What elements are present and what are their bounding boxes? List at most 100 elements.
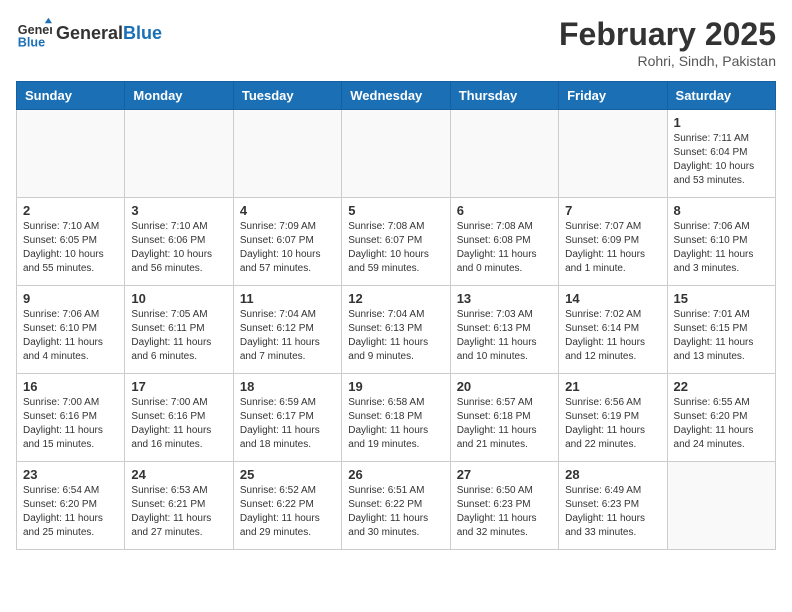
day-cell-2: 2 Sunrise: 7:10 AM Sunset: 6:05 PM Daylig… [17,198,125,286]
day-number-11: 11 [240,291,335,306]
day-cell-28: 28 Sunrise: 6:49 AM Sunset: 6:23 PM Dayli… [559,462,667,550]
day-info-8: Sunrise: 7:06 AM Sunset: 6:10 PM Dayligh… [674,220,769,276]
day-info-1: Sunrise: 7:11 AM Sunset: 6:04 PM Dayligh… [674,132,769,188]
day-info-16: Sunrise: 7:00 AM Sunset: 6:16 PM Dayligh… [23,396,118,452]
day-number-1: 1 [674,115,769,130]
day-cell-12: 12 Sunrise: 7:04 AM Sunset: 6:13 PM Dayli… [342,286,450,374]
day-number-13: 13 [457,291,552,306]
header-monday: Monday [125,82,233,110]
day-number-26: 26 [348,467,443,482]
empty-cell [233,110,341,198]
day-cell-22: 22Sunrise: 6:55 AM Sunset: 6:20 PM Dayli… [667,374,775,462]
day-info-28: Sunrise: 6:49 AM Sunset: 6:23 PM Dayligh… [565,484,660,540]
empty-cell [667,462,775,550]
day-info-27: Sunrise: 6:50 AM Sunset: 6:23 PM Dayligh… [457,484,552,540]
title-block: February 2025 Rohri, Sindh, Pakistan [559,16,776,69]
day-info-20: Sunrise: 6:57 AM Sunset: 6:18 PM Dayligh… [457,396,552,452]
calendar-title: February 2025 [559,16,776,53]
day-info-21: Sunrise: 6:56 AM Sunset: 6:19 PM Dayligh… [565,396,660,452]
day-cell-9: 9Sunrise: 7:06 AM Sunset: 6:10 PM Daylig… [17,286,125,374]
empty-cell [450,110,558,198]
day-cell-10: 10 Sunrise: 7:05 AM Sunset: 6:11 PM Dayli… [125,286,233,374]
day-number-3: 3 [131,203,226,218]
day-cell-18: 18 Sunrise: 6:59 AM Sunset: 6:17 PM Dayli… [233,374,341,462]
day-number-17: 17 [131,379,226,394]
day-number-2: 2 [23,203,118,218]
day-info-19: Sunrise: 6:58 AM Sunset: 6:18 PM Dayligh… [348,396,443,452]
day-cell-17: 17 Sunrise: 7:00 AM Sunset: 6:16 PM Dayli… [125,374,233,462]
day-number-24: 24 [131,467,226,482]
header-sunday: Sunday [17,82,125,110]
week-row-2: 2 Sunrise: 7:10 AM Sunset: 6:05 PM Daylig… [17,198,776,286]
day-info-12: Sunrise: 7:04 AM Sunset: 6:13 PM Dayligh… [348,308,443,364]
day-info-17: Sunrise: 7:00 AM Sunset: 6:16 PM Dayligh… [131,396,226,452]
day-number-25: 25 [240,467,335,482]
day-info-15: Sunrise: 7:01 AM Sunset: 6:15 PM Dayligh… [674,308,769,364]
week-row-3: 9Sunrise: 7:06 AM Sunset: 6:10 PM Daylig… [17,286,776,374]
logo: General Blue GeneralBlue [16,16,162,52]
svg-text:Blue: Blue [18,36,45,50]
header-saturday: Saturday [667,82,775,110]
day-number-8: 8 [674,203,769,218]
day-cell-8: 8 Sunrise: 7:06 AM Sunset: 6:10 PM Daylig… [667,198,775,286]
day-cell-26: 26 Sunrise: 6:51 AM Sunset: 6:22 PM Dayli… [342,462,450,550]
day-info-11: Sunrise: 7:04 AM Sunset: 6:12 PM Dayligh… [240,308,335,364]
day-number-6: 6 [457,203,552,218]
day-cell-15: 15 Sunrise: 7:01 AM Sunset: 6:15 PM Dayli… [667,286,775,374]
day-info-2: Sunrise: 7:10 AM Sunset: 6:05 PM Dayligh… [23,220,118,276]
empty-cell [559,110,667,198]
day-cell-24: 24 Sunrise: 6:53 AM Sunset: 6:21 PM Dayli… [125,462,233,550]
day-info-14: Sunrise: 7:02 AM Sunset: 6:14 PM Dayligh… [565,308,660,364]
day-cell-25: 25Sunrise: 6:52 AM Sunset: 6:22 PM Dayli… [233,462,341,550]
day-info-6: Sunrise: 7:08 AM Sunset: 6:08 PM Dayligh… [457,220,552,276]
day-number-7: 7 [565,203,660,218]
day-number-10: 10 [131,291,226,306]
day-number-28: 28 [565,467,660,482]
header-thursday: Thursday [450,82,558,110]
day-number-23: 23 [23,467,118,482]
day-info-9: Sunrise: 7:06 AM Sunset: 6:10 PM Dayligh… [23,308,118,364]
weekday-header-row: Sunday Monday Tuesday Wednesday Thursday… [17,82,776,110]
day-number-19: 19 [348,379,443,394]
day-cell-7: 7 Sunrise: 7:07 AM Sunset: 6:09 PM Daylig… [559,198,667,286]
week-row-4: 16Sunrise: 7:00 AM Sunset: 6:16 PM Dayli… [17,374,776,462]
header-wednesday: Wednesday [342,82,450,110]
day-number-21: 21 [565,379,660,394]
day-number-14: 14 [565,291,660,306]
day-cell-5: 5 Sunrise: 7:08 AM Sunset: 6:07 PM Daylig… [342,198,450,286]
day-info-18: Sunrise: 6:59 AM Sunset: 6:17 PM Dayligh… [240,396,335,452]
day-cell-27: 27Sunrise: 6:50 AM Sunset: 6:23 PM Dayli… [450,462,558,550]
day-cell-23: 23 Sunrise: 6:54 AM Sunset: 6:20 PM Dayli… [17,462,125,550]
day-cell-11: 11 Sunrise: 7:04 AM Sunset: 6:12 PM Dayli… [233,286,341,374]
header-tuesday: Tuesday [233,82,341,110]
day-cell-19: 19 Sunrise: 6:58 AM Sunset: 6:18 PM Dayli… [342,374,450,462]
day-cell-21: 21 Sunrise: 6:56 AM Sunset: 6:19 PM Dayli… [559,374,667,462]
empty-cell [125,110,233,198]
calendar-table: Sunday Monday Tuesday Wednesday Thursday… [16,81,776,550]
page-header: General Blue GeneralBlue February 2025 R… [16,16,776,69]
day-number-18: 18 [240,379,335,394]
week-row-5: 23 Sunrise: 6:54 AM Sunset: 6:20 PM Dayli… [17,462,776,550]
day-info-13: Sunrise: 7:03 AM Sunset: 6:13 PM Dayligh… [457,308,552,364]
day-number-20: 20 [457,379,552,394]
day-cell-4: 4 Sunrise: 7:09 AM Sunset: 6:07 PM Daylig… [233,198,341,286]
day-cell-16: 16Sunrise: 7:00 AM Sunset: 6:16 PM Dayli… [17,374,125,462]
day-number-12: 12 [348,291,443,306]
logo-icon: General Blue [16,16,52,52]
day-info-7: Sunrise: 7:07 AM Sunset: 6:09 PM Dayligh… [565,220,660,276]
day-info-10: Sunrise: 7:05 AM Sunset: 6:11 PM Dayligh… [131,308,226,364]
day-number-15: 15 [674,291,769,306]
header-friday: Friday [559,82,667,110]
day-info-5: Sunrise: 7:08 AM Sunset: 6:07 PM Dayligh… [348,220,443,276]
week-row-1: 1 Sunrise: 7:11 AM Sunset: 6:04 PM Daylig… [17,110,776,198]
day-info-4: Sunrise: 7:09 AM Sunset: 6:07 PM Dayligh… [240,220,335,276]
day-number-4: 4 [240,203,335,218]
day-cell-6: 6 Sunrise: 7:08 AM Sunset: 6:08 PM Daylig… [450,198,558,286]
day-info-23: Sunrise: 6:54 AM Sunset: 6:20 PM Dayligh… [23,484,118,540]
day-info-24: Sunrise: 6:53 AM Sunset: 6:21 PM Dayligh… [131,484,226,540]
day-cell-20: 20 Sunrise: 6:57 AM Sunset: 6:18 PM Dayli… [450,374,558,462]
logo-general: GeneralBlue [56,24,162,44]
day-info-26: Sunrise: 6:51 AM Sunset: 6:22 PM Dayligh… [348,484,443,540]
day-cell-3: 3Sunrise: 7:10 AM Sunset: 6:06 PM Daylig… [125,198,233,286]
day-number-5: 5 [348,203,443,218]
